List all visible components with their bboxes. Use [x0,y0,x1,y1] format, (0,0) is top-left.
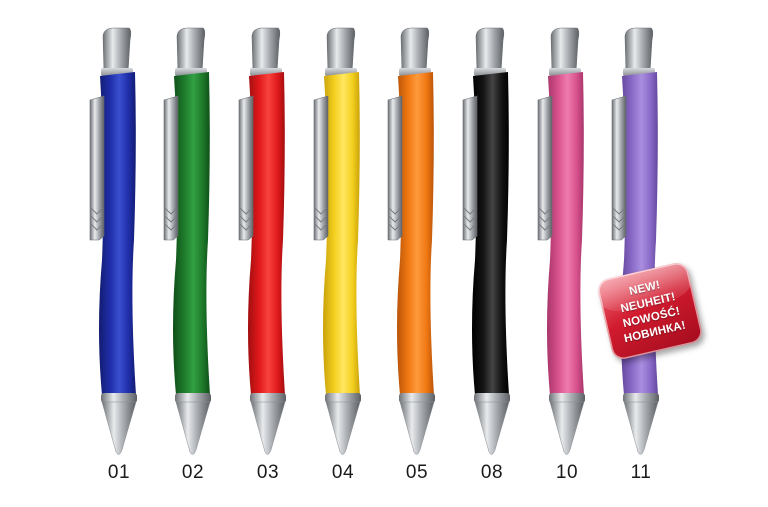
pen-number-label: 02 [181,462,205,483]
pen-tip-ring [101,393,137,403]
pen-plunger [550,27,580,73]
pen-clip [89,95,105,241]
pen-tip-ring [325,393,361,403]
pen-plunger [475,27,505,73]
pen-01 [89,27,137,455]
pen-plunger [326,27,356,73]
pen-tip-ring [474,393,510,403]
pen-plunger [251,27,281,73]
pen-clip [462,95,478,241]
pen-tip-ring [175,393,211,403]
pen-tip [175,401,211,455]
pen-plunger [102,27,132,73]
pen-barrel [173,72,210,395]
pen-02 [163,27,211,455]
pen-plunger [624,27,654,73]
pen-tip [325,401,361,455]
pen-plunger [400,27,430,73]
pen-tip [250,401,286,455]
pen-number-label: 10 [555,462,579,483]
pen-clip [611,95,627,241]
pen-collection-scene [89,27,659,455]
pen-clip [387,95,403,241]
pen-tip-ring [250,393,286,403]
pen-tip-ring [399,393,435,403]
pen-10 [537,27,585,455]
pen-barrel [323,72,360,395]
pen-barrel [397,72,434,395]
pen-number-label: 05 [405,462,429,483]
pen-tip-ring [549,393,585,403]
pen-clip [238,95,254,241]
pen-tip [474,401,510,455]
pen-number-label: 08 [480,462,504,483]
pen-number-label: 03 [256,462,280,483]
pen-tip [549,401,585,455]
pen-plunger [176,27,206,73]
pen-barrel [248,72,285,395]
pen-clip [313,95,329,241]
pen-number-label: 04 [331,462,355,483]
pen-clip [163,95,179,241]
pen-03 [238,27,286,455]
pen-tip [399,401,435,455]
pen-08 [462,27,510,455]
pen-barrel [99,72,136,395]
pen-05 [387,27,435,455]
pen-04 [313,27,361,455]
pen-11 [611,27,659,455]
pen-number-label: 11 [630,462,652,483]
pen-number-label: 01 [107,462,131,483]
pen-tip [101,401,137,455]
pen-tip [623,401,659,455]
pen-barrel [472,72,509,395]
pen-tip-ring [623,393,659,403]
pen-barrel [547,72,584,395]
pen-clip [537,95,553,241]
